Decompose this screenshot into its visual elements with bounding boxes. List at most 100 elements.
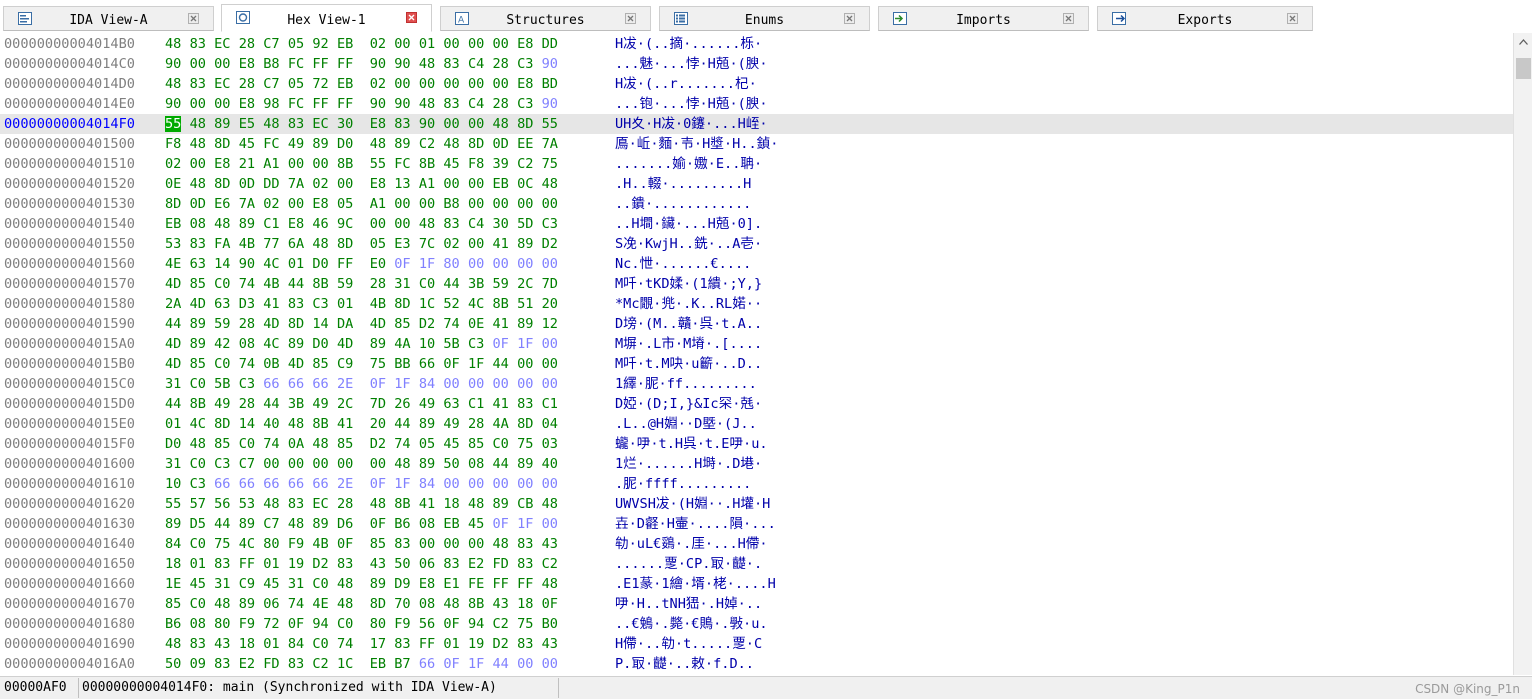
hex-byte[interactable]: 4C	[263, 256, 279, 272]
hex-byte[interactable]: 89	[419, 456, 435, 472]
hex-byte[interactable]: 00	[288, 196, 304, 212]
hex-byte[interactable]: A1	[419, 176, 435, 192]
tab-hex-view-1[interactable]: Hex View-1	[221, 4, 432, 32]
hex-byte[interactable]: 9C	[337, 216, 353, 232]
hex-byte[interactable]: 00	[468, 196, 484, 212]
hex-byte[interactable]: 74	[239, 276, 255, 292]
hex-byte[interactable]: FC	[394, 156, 410, 172]
hex-byte[interactable]: 89	[312, 516, 328, 532]
hex-byte[interactable]: C0	[312, 576, 328, 592]
hex-byte[interactable]: 0F	[370, 516, 386, 532]
hex-byte[interactable]: 14	[312, 316, 328, 332]
hex-row[interactable]: 0000000000401500 F8 48 8D 45 FC 49 89 D0 …	[0, 134, 1513, 154]
hex-byte[interactable]: 72	[312, 76, 328, 92]
hex-byte[interactable]: 4D	[263, 316, 279, 332]
hex-byte[interactable]: EB	[337, 76, 353, 92]
hex-byte[interactable]: 89	[493, 496, 509, 512]
hex-byte[interactable]: 4B	[370, 296, 386, 312]
hex-byte[interactable]: C0	[419, 276, 435, 292]
hex-byte[interactable]: D0	[337, 136, 353, 152]
hex-byte[interactable]: 42	[214, 336, 230, 352]
hex-byte[interactable]: 63	[214, 296, 230, 312]
hex-byte[interactable]: 48	[312, 236, 328, 252]
hex-byte[interactable]: 00	[443, 76, 459, 92]
hex-byte[interactable]: 83	[288, 296, 304, 312]
hex-byte[interactable]: 00	[493, 476, 509, 492]
hex-bytes[interactable]: 44 8B 49 28 44 3B 49 2C 7D 26 49 63 C1 4…	[165, 394, 558, 414]
hex-byte[interactable]: 83	[394, 536, 410, 552]
hex-byte[interactable]: D2	[493, 636, 509, 652]
hex-byte[interactable]: 8B	[419, 156, 435, 172]
hex-byte[interactable]: 8B	[190, 396, 206, 412]
hex-byte[interactable]: 83	[517, 556, 533, 572]
hex-byte[interactable]: C2	[312, 656, 328, 672]
hex-byte[interactable]: 1C	[419, 296, 435, 312]
hex-byte[interactable]: 48	[263, 496, 279, 512]
hex-byte[interactable]: 0D	[239, 176, 255, 192]
hex-byte[interactable]: 1F	[394, 476, 410, 492]
hex-byte[interactable]: 19	[468, 636, 484, 652]
hex-bytes[interactable]: 01 4C 8D 14 40 48 8B 41 20 44 89 49 28 4…	[165, 414, 558, 434]
hex-byte[interactable]: 0E	[468, 316, 484, 332]
hex-byte[interactable]: 89	[214, 116, 230, 132]
hex-byte[interactable]: 00	[468, 36, 484, 52]
hex-byte[interactable]: 83	[288, 656, 304, 672]
hex-byte[interactable]: 48	[190, 136, 206, 152]
hex-byte[interactable]: 4B	[239, 236, 255, 252]
hex-row[interactable]: 0000000000401680 B6 08 80 F9 72 0F 94 C0 …	[0, 614, 1513, 634]
hex-byte[interactable]: 05	[419, 436, 435, 452]
hex-byte[interactable]: 89	[165, 516, 181, 532]
close-icon[interactable]	[844, 13, 855, 24]
hex-byte[interactable]: 4D	[165, 276, 181, 292]
hex-byte[interactable]: 00	[542, 196, 558, 212]
hex-byte[interactable]: 89	[517, 456, 533, 472]
hex-row[interactable]: 00000000004014B0 48 83 EC 28 C7 05 92 EB …	[0, 34, 1513, 54]
hex-byte[interactable]: 2C	[517, 276, 533, 292]
hex-byte[interactable]: A1	[370, 196, 386, 212]
hex-byte[interactable]: 30	[493, 216, 509, 232]
hex-byte[interactable]: F8	[165, 136, 181, 152]
hex-ascii[interactable]: UWVSH冹·(H婣··.H壦·H	[615, 494, 770, 514]
hex-byte[interactable]: 70	[394, 596, 410, 612]
hex-ascii[interactable]: M塀·.L市·M塉·.[....	[615, 334, 762, 354]
hex-byte[interactable]: 8B	[312, 276, 328, 292]
hex-byte[interactable]: 66	[288, 476, 304, 492]
hex-row[interactable]: 00000000004014F0 55 48 89 E5 48 83 EC 30 …	[0, 114, 1513, 134]
hex-byte[interactable]: 2A	[165, 296, 181, 312]
hex-ascii[interactable]: P.冣·齼·..敕·f.D..	[615, 654, 754, 674]
hex-byte[interactable]: DA	[337, 316, 353, 332]
hex-byte[interactable]: 14	[239, 416, 255, 432]
tab-structures[interactable]: A Structures	[440, 6, 651, 31]
hex-byte[interactable]: 48	[370, 496, 386, 512]
hex-byte[interactable]: 00	[517, 656, 533, 672]
hex-byte[interactable]: 48	[312, 436, 328, 452]
hex-byte[interactable]: 0F	[493, 516, 509, 532]
hex-byte[interactable]: 01	[190, 556, 206, 572]
hex-byte[interactable]: C0	[190, 536, 206, 552]
hex-row[interactable]: 0000000000401640 84 C0 75 4C 80 F9 4B 0F …	[0, 534, 1513, 554]
hex-byte[interactable]: 52	[443, 296, 459, 312]
hex-byte[interactable]: EB	[337, 36, 353, 52]
hex-byte[interactable]: 0F	[493, 336, 509, 352]
hex-byte[interactable]: C7	[263, 516, 279, 532]
hex-byte[interactable]: 48	[165, 636, 181, 652]
hex-byte[interactable]: 48	[165, 76, 181, 92]
hex-byte[interactable]: F9	[394, 616, 410, 632]
hex-byte[interactable]: 44	[263, 396, 279, 412]
hex-row[interactable]: 0000000000401550 53 83 FA 4B 77 6A 48 8D …	[0, 234, 1513, 254]
hex-row[interactable]: 00000000004014C0 90 00 00 E8 B8 FC FF FF …	[0, 54, 1513, 74]
hex-byte[interactable]: 31	[165, 456, 181, 472]
hex-byte[interactable]: 85	[190, 276, 206, 292]
hex-byte[interactable]: 00	[468, 176, 484, 192]
hex-bytes[interactable]: 53 83 FA 4B 77 6A 48 8D 05 E3 7C 02 00 4…	[165, 234, 558, 254]
hex-byte[interactable]: 74	[263, 436, 279, 452]
hex-byte[interactable]: C3	[542, 216, 558, 232]
hex-byte[interactable]: 66	[263, 376, 279, 392]
hex-byte[interactable]: 00	[468, 256, 484, 272]
hex-byte[interactable]: 89	[239, 516, 255, 532]
hex-byte[interactable]: 48	[419, 56, 435, 72]
hex-byte[interactable]: 4C	[468, 296, 484, 312]
hex-byte[interactable]: 83	[517, 536, 533, 552]
hex-byte[interactable]: FF	[239, 556, 255, 572]
hex-byte[interactable]: B7	[394, 656, 410, 672]
